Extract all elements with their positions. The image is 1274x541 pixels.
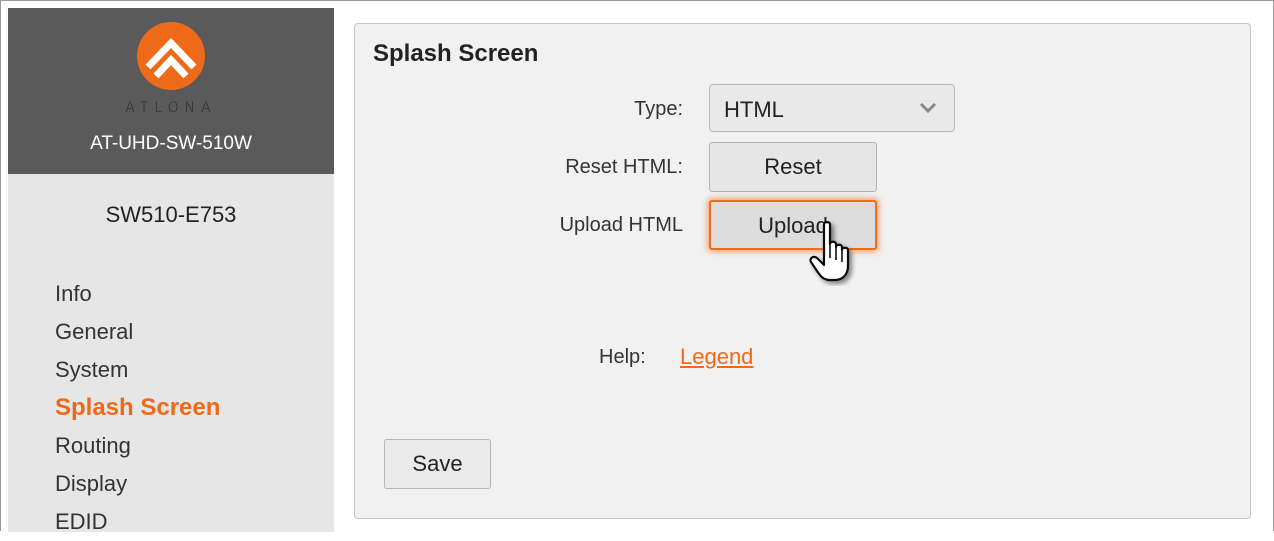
device-model: AT-UHD-SW-510W	[90, 133, 252, 154]
brand-header: ATLONA AT-UHD-SW-510W	[8, 8, 334, 174]
sidebar-item-info[interactable]: Info	[55, 275, 220, 313]
sidebar-item-edid[interactable]: EDID	[55, 503, 220, 541]
reset-html-label: Reset HTML:	[565, 156, 683, 178]
help-label: Help:	[599, 346, 646, 368]
upload-html-label: Upload HTML	[559, 214, 683, 236]
legend-link[interactable]: Legend	[680, 344, 753, 370]
type-select-value: HTML	[724, 97, 784, 122]
splash-screen-panel: Splash Screen Type: HTML Reset HTML: Res…	[354, 23, 1251, 519]
chevron-down-icon	[919, 102, 937, 114]
logo-wordmark: ATLONA	[125, 100, 217, 116]
sidebar-item-display[interactable]: Display	[55, 465, 220, 503]
device-hostname: SW510-E753	[105, 202, 237, 227]
type-label: Type:	[634, 98, 683, 120]
sidebar-item-system[interactable]: System	[55, 351, 220, 389]
sidebar-item-routing[interactable]: Routing	[55, 427, 220, 465]
atlona-logo-icon	[137, 22, 205, 90]
type-select[interactable]: HTML	[709, 84, 955, 132]
reset-button[interactable]: Reset	[709, 142, 877, 192]
sidebar-nav: Info General System Splash Screen Routin…	[55, 275, 220, 541]
sidebar-item-general[interactable]: General	[55, 313, 220, 351]
save-button[interactable]: Save	[384, 439, 491, 489]
sidebar-item-splash-screen[interactable]: Splash Screen	[55, 389, 220, 427]
upload-button[interactable]: Upload	[709, 200, 877, 250]
panel-title: Splash Screen	[373, 40, 539, 67]
sidebar: ATLONA AT-UHD-SW-510W SW510-E753 Info Ge…	[8, 8, 334, 534]
